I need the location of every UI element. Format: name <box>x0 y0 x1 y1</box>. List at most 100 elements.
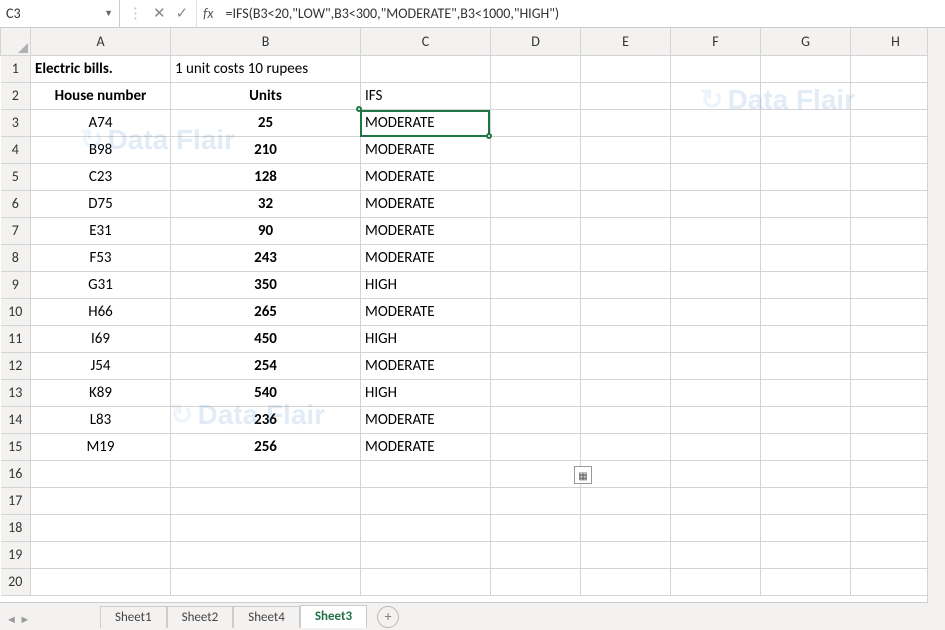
col-header-G[interactable]: G <box>761 28 851 55</box>
cell-G7[interactable] <box>761 217 851 244</box>
cell-G5[interactable] <box>761 163 851 190</box>
cell-D1[interactable] <box>491 55 581 82</box>
row-header-11[interactable]: 11 <box>1 325 31 352</box>
cell-G6[interactable] <box>761 190 851 217</box>
cell-C6[interactable]: MODERATE <box>361 190 491 217</box>
cell-F13[interactable] <box>671 379 761 406</box>
cell-A9[interactable]: G31 <box>31 271 171 298</box>
cell-C3[interactable]: MODERATE <box>361 109 491 136</box>
cell-G13[interactable] <box>761 379 851 406</box>
cell-A13[interactable]: K89 <box>31 379 171 406</box>
cell-D19[interactable] <box>491 541 581 568</box>
row-header-20[interactable]: 20 <box>1 568 31 595</box>
row-header-2[interactable]: 2 <box>1 82 31 109</box>
cell-D9[interactable] <box>491 271 581 298</box>
cell-F6[interactable] <box>671 190 761 217</box>
row-header-7[interactable]: 7 <box>1 217 31 244</box>
row-header-19[interactable]: 19 <box>1 541 31 568</box>
row-header-10[interactable]: 10 <box>1 298 31 325</box>
cell-G9[interactable] <box>761 271 851 298</box>
tab-sheet3[interactable]: Sheet3 <box>300 605 367 628</box>
autofill-options-icon[interactable]: ▦ <box>574 466 592 484</box>
row-header-17[interactable]: 17 <box>1 487 31 514</box>
cell-C9[interactable]: HIGH <box>361 271 491 298</box>
spreadsheet-grid[interactable]: A B C D E F G H 1Electric bills.1 unit c… <box>0 28 941 596</box>
cell-E9[interactable] <box>581 271 671 298</box>
cell-E8[interactable] <box>581 244 671 271</box>
cell-F8[interactable] <box>671 244 761 271</box>
cell-C2[interactable]: IFS <box>361 82 491 109</box>
row-header-12[interactable]: 12 <box>1 352 31 379</box>
col-header-E[interactable]: E <box>581 28 671 55</box>
cell-E5[interactable] <box>581 163 671 190</box>
cell-E1[interactable] <box>581 55 671 82</box>
cell-D8[interactable] <box>491 244 581 271</box>
row-header-1[interactable]: 1 <box>1 55 31 82</box>
row-header-13[interactable]: 13 <box>1 379 31 406</box>
cell-D10[interactable] <box>491 298 581 325</box>
cell-B4[interactable]: 210 <box>171 136 361 163</box>
cell-C7[interactable]: MODERATE <box>361 217 491 244</box>
cell-E2[interactable] <box>581 82 671 109</box>
cell-G20[interactable] <box>761 568 851 595</box>
cell-D3[interactable] <box>491 109 581 136</box>
cell-B3[interactable]: 25 <box>171 109 361 136</box>
cell-B16[interactable] <box>171 460 361 487</box>
cell-F4[interactable] <box>671 136 761 163</box>
col-header-A[interactable]: A <box>31 28 171 55</box>
cell-D11[interactable] <box>491 325 581 352</box>
cell-E4[interactable] <box>581 136 671 163</box>
cell-A12[interactable]: J54 <box>31 352 171 379</box>
cell-A20[interactable] <box>31 568 171 595</box>
cell-C13[interactable]: HIGH <box>361 379 491 406</box>
cell-C4[interactable]: MODERATE <box>361 136 491 163</box>
cell-C16[interactable] <box>361 460 491 487</box>
cell-F11[interactable] <box>671 325 761 352</box>
tab-sheet2[interactable]: Sheet2 <box>167 606 234 628</box>
cell-B15[interactable]: 256 <box>171 433 361 460</box>
cell-D16[interactable] <box>491 460 581 487</box>
col-header-D[interactable]: D <box>491 28 581 55</box>
cell-B8[interactable]: 243 <box>171 244 361 271</box>
cell-A1[interactable]: Electric bills. <box>31 55 171 82</box>
cell-G10[interactable] <box>761 298 851 325</box>
cell-B17[interactable] <box>171 487 361 514</box>
cell-E13[interactable] <box>581 379 671 406</box>
confirm-icon[interactable]: ✓ <box>176 4 189 23</box>
cell-A3[interactable]: A74 <box>31 109 171 136</box>
row-header-18[interactable]: 18 <box>1 514 31 541</box>
cell-C8[interactable]: MODERATE <box>361 244 491 271</box>
cell-C12[interactable]: MODERATE <box>361 352 491 379</box>
cell-A4[interactable]: B98 <box>31 136 171 163</box>
cell-C15[interactable]: MODERATE <box>361 433 491 460</box>
cell-E20[interactable] <box>581 568 671 595</box>
cell-F2[interactable] <box>671 82 761 109</box>
row-header-8[interactable]: 8 <box>1 244 31 271</box>
row-header-14[interactable]: 14 <box>1 406 31 433</box>
cell-D5[interactable] <box>491 163 581 190</box>
cell-E10[interactable] <box>581 298 671 325</box>
cell-A15[interactable]: M19 <box>31 433 171 460</box>
cell-B9[interactable]: 350 <box>171 271 361 298</box>
cell-C11[interactable]: HIGH <box>361 325 491 352</box>
col-header-B[interactable]: B <box>171 28 361 55</box>
cell-E17[interactable] <box>581 487 671 514</box>
cell-B5[interactable]: 128 <box>171 163 361 190</box>
cell-E7[interactable] <box>581 217 671 244</box>
cell-D6[interactable] <box>491 190 581 217</box>
cell-G8[interactable] <box>761 244 851 271</box>
cell-C10[interactable]: MODERATE <box>361 298 491 325</box>
cell-B12[interactable]: 254 <box>171 352 361 379</box>
name-box[interactable]: C3 ▼ <box>0 0 120 27</box>
cell-C1[interactable] <box>361 55 491 82</box>
vertical-scrollbar[interactable] <box>927 28 945 603</box>
cell-D7[interactable] <box>491 217 581 244</box>
row-header-4[interactable]: 4 <box>1 136 31 163</box>
cell-C5[interactable]: MODERATE <box>361 163 491 190</box>
cancel-icon[interactable]: ✕ <box>153 4 166 23</box>
cell-A11[interactable]: I69 <box>31 325 171 352</box>
cell-F7[interactable] <box>671 217 761 244</box>
cell-A8[interactable]: F53 <box>31 244 171 271</box>
cell-D12[interactable] <box>491 352 581 379</box>
fx-icon[interactable]: fx <box>197 5 219 22</box>
